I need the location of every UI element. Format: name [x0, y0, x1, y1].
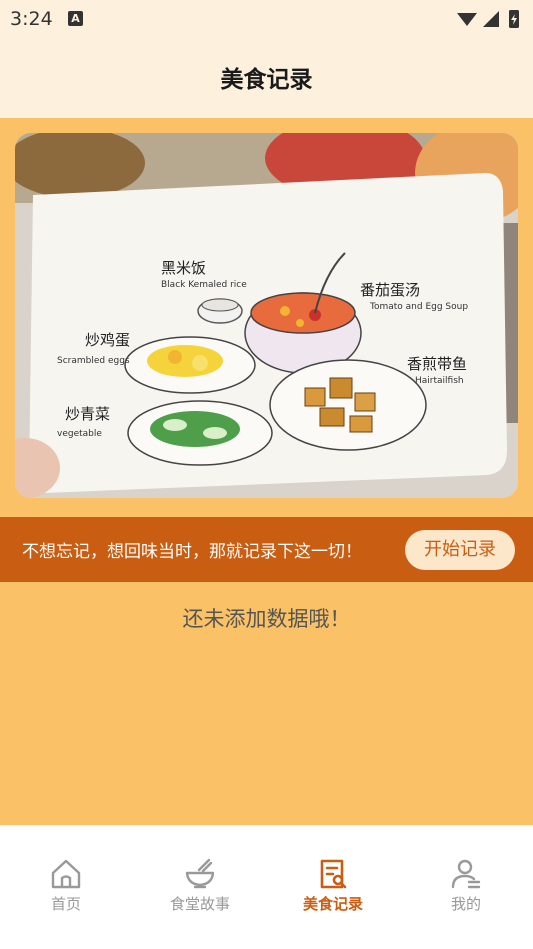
tab-canteen-stories-label: 食堂故事 — [169, 895, 230, 913]
hero-image: 黑米饭 Black Kemaled rice 番茄蛋汤 Tomato and E… — [15, 133, 518, 498]
dish-label-rice: 黑米饭 — [161, 259, 206, 277]
dish-label-soup: 番茄蛋汤 — [360, 281, 420, 299]
dish-label-fish: 香煎带鱼 — [407, 355, 467, 373]
page-title: 美食记录 — [220, 67, 313, 93]
dish-label-veg: 炒青菜 — [65, 405, 110, 423]
banner-text: 不想忘记，想回味当时，那就记录下这一切！ — [22, 542, 362, 562]
status-time: 3:24 — [10, 8, 53, 30]
dish-label-soup-en: Tomato and Egg Soup — [369, 302, 468, 312]
tab-mine-label: 我的 — [450, 895, 481, 913]
notification-icon: A — [68, 11, 83, 26]
bottom-nav: 首页 食堂故事 美食记录 我的 — [0, 825, 533, 949]
header-area: 3:24 A 美食记录 — [0, 0, 533, 118]
tab-mine[interactable]: 我的 — [426, 857, 506, 921]
tab-food-records[interactable]: 美食记录 — [293, 857, 373, 921]
wifi-icon — [457, 13, 477, 26]
status-icons — [457, 10, 519, 28]
dish-label-eggs-en: Scrambled eggs — [57, 356, 130, 366]
empty-state-text: 还未添加数据哦！ — [182, 607, 351, 631]
tab-food-records-label: 美食记录 — [302, 895, 363, 913]
dish-label-veg-en: vegetable — [57, 429, 102, 439]
tab-home-label: 首页 — [50, 895, 81, 913]
dish-label-rice-en: Black Kemaled rice — [161, 280, 247, 290]
signal-icon — [483, 11, 499, 27]
dish-label-eggs: 炒鸡蛋 — [85, 331, 130, 349]
bowl-icon — [185, 858, 215, 889]
tab-home[interactable]: 首页 — [26, 857, 106, 921]
status-bar: 3:24 A — [0, 0, 533, 38]
tab-canteen-stories[interactable]: 食堂故事 — [160, 857, 240, 921]
user-icon — [451, 859, 481, 889]
start-record-button[interactable]: 开始记录 — [405, 530, 515, 570]
home-icon — [51, 859, 81, 889]
dish-label-fish-en: Hairtailfish — [415, 376, 464, 386]
note-search-icon — [320, 859, 347, 889]
